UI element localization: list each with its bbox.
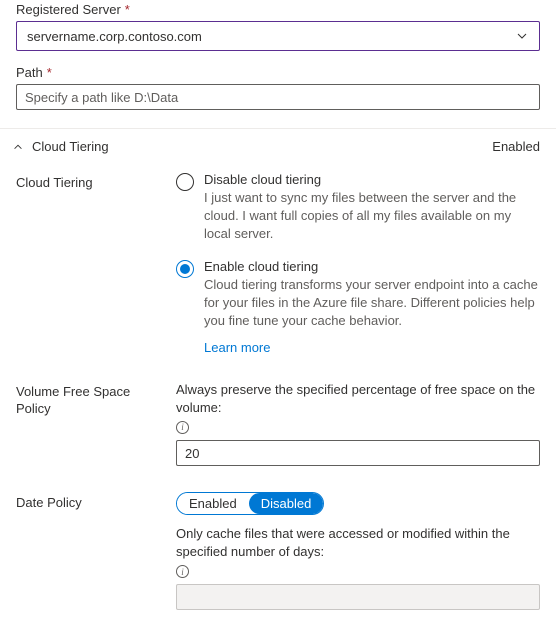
chevron-down-icon xyxy=(515,29,529,43)
date-policy-disabled-option[interactable]: Disabled xyxy=(249,493,324,514)
volume-policy-label: Volume Free Space Policy xyxy=(16,381,156,466)
info-icon[interactable]: i xyxy=(176,421,189,434)
cloud-tiering-title: Cloud Tiering xyxy=(32,139,109,154)
date-policy-enabled-option[interactable]: Enabled xyxy=(177,493,249,514)
radio-dot-icon xyxy=(180,264,190,274)
enable-tiering-radio[interactable] xyxy=(176,260,194,278)
required-asterisk: * xyxy=(125,2,130,17)
enable-tiering-desc: Cloud tiering transforms your server end… xyxy=(204,276,540,330)
date-policy-toggle[interactable]: Enabled Disabled xyxy=(176,492,324,515)
cloud-tiering-status: Enabled xyxy=(492,139,540,154)
registered-server-label: Registered Server* xyxy=(16,2,540,17)
volume-policy-input[interactable] xyxy=(176,440,540,466)
date-policy-desc: Only cache files that were accessed or m… xyxy=(176,525,540,561)
registered-server-select[interactable]: servername.corp.contoso.com xyxy=(16,21,540,51)
disable-tiering-radio[interactable] xyxy=(176,173,194,191)
required-asterisk: * xyxy=(47,65,52,80)
disable-tiering-desc: I just want to sync my files between the… xyxy=(204,189,540,243)
path-label: Path* xyxy=(16,65,540,80)
date-policy-input xyxy=(176,584,540,610)
date-policy-label: Date Policy xyxy=(16,492,156,610)
chevron-up-icon xyxy=(12,141,24,153)
enable-tiering-title: Enable cloud tiering xyxy=(204,259,540,274)
volume-policy-desc: Always preserve the specified percentage… xyxy=(176,381,540,417)
registered-server-value: servername.corp.contoso.com xyxy=(27,29,202,44)
info-icon[interactable]: i xyxy=(176,565,189,578)
cloud-tiering-section-header[interactable]: Cloud Tiering Enabled xyxy=(0,129,556,164)
disable-tiering-title: Disable cloud tiering xyxy=(204,172,540,187)
cloud-tiering-field-label: Cloud Tiering xyxy=(16,172,156,355)
learn-more-link[interactable]: Learn more xyxy=(204,340,270,355)
path-input[interactable] xyxy=(16,84,540,110)
